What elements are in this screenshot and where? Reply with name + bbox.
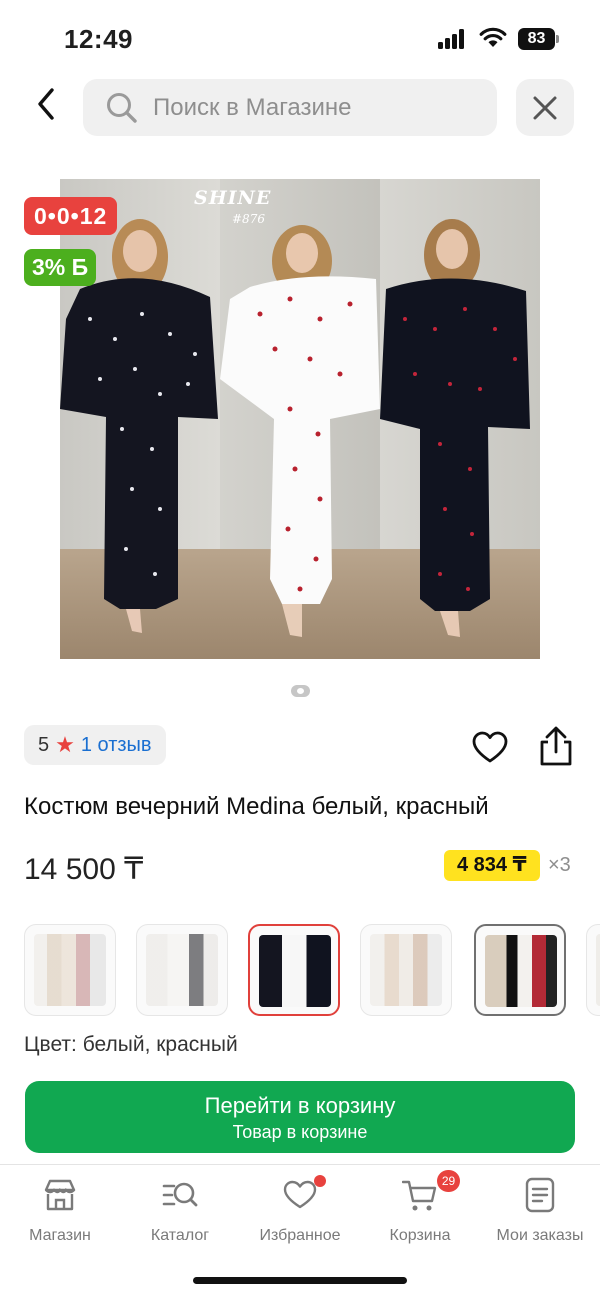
cellular-signal-icon	[438, 29, 466, 49]
color-label: Цвет: белый, красный	[24, 1033, 238, 1056]
rating-value: 5	[38, 733, 50, 756]
tab-label: Каталог	[150, 1227, 210, 1244]
notification-dot	[314, 1175, 326, 1187]
cart-button-subtitle: Товар в корзине	[232, 1122, 368, 1142]
bonus-badge: 3% Б	[24, 249, 97, 286]
rating-chip[interactable]: 5 ★ 1 отзыв	[24, 725, 166, 765]
heart-icon	[472, 731, 508, 763]
variant-thumbnail[interactable]	[136, 924, 228, 1016]
heart-icon	[282, 1175, 326, 1213]
tab-orders[interactable]: Мои заказы	[480, 1177, 600, 1245]
tab-label: Избранное	[259, 1227, 341, 1244]
variant-thumbnail-selected[interactable]	[248, 924, 340, 1016]
share-button[interactable]	[536, 724, 576, 768]
tab-label: Корзина	[389, 1227, 451, 1244]
sale-timer-badge: 0•0•12	[24, 197, 118, 235]
catalog-search-icon	[162, 1182, 198, 1207]
favorite-button[interactable]	[470, 728, 510, 768]
orders-icon	[525, 1177, 555, 1213]
image-brand-code: #876	[232, 212, 265, 226]
tab-favorites[interactable]: Избранное	[240, 1175, 360, 1245]
photo-panel-navy	[380, 179, 540, 659]
search-input[interactable]: Поиск в Магазине	[153, 79, 352, 136]
back-button[interactable]	[26, 82, 66, 126]
cart-count-badge: 29	[437, 1170, 460, 1192]
tab-cart[interactable]: 29 Корзина	[360, 1170, 480, 1245]
image-brand-text: SHINE	[194, 187, 272, 209]
status-time: 12:49	[64, 24, 133, 54]
status-bar: 12:49 83	[0, 0, 600, 76]
product-price: 14 500 ₸	[24, 853, 144, 886]
variant-thumbnail[interactable]	[24, 924, 116, 1016]
chevron-left-icon	[38, 88, 54, 120]
close-icon	[533, 96, 557, 119]
installment-badge[interactable]: 4 834 ₸	[444, 850, 540, 881]
image-pager-indicator	[291, 685, 310, 697]
tab-store[interactable]: Магазин	[0, 1177, 120, 1245]
home-indicator	[193, 1277, 407, 1284]
go-to-cart-button[interactable]: Перейти в корзину Товар в корзине	[25, 1081, 575, 1153]
variant-thumbnail[interactable]	[586, 924, 600, 1016]
reviews-link[interactable]: 1 отзыв	[81, 734, 152, 757]
variant-thumbnail[interactable]	[474, 924, 566, 1016]
battery-level: 83	[527, 30, 546, 47]
tab-catalog[interactable]: Каталог	[120, 1177, 240, 1245]
cart-icon: 29	[401, 1170, 460, 1213]
variant-thumbnails	[24, 924, 600, 1018]
tab-label: Мои заказы	[496, 1227, 584, 1244]
store-icon	[44, 1179, 76, 1211]
search-icon	[107, 93, 137, 123]
photo-panel-white: SHINE #876	[194, 179, 380, 659]
variant-thumbnail[interactable]	[360, 924, 452, 1016]
search-field[interactable]: Поиск в Магазине	[83, 79, 497, 136]
product-image[interactable]: SHINE #876	[60, 179, 540, 659]
product-title: Костюм вечерний Medina белый, красный	[24, 793, 489, 820]
close-button[interactable]	[516, 79, 574, 136]
installment-count: ×3	[548, 854, 571, 876]
cart-button-title: Перейти в корзину	[204, 1093, 396, 1118]
star-icon: ★	[55, 732, 75, 757]
tab-label: Магазин	[29, 1227, 91, 1244]
battery-icon: 83	[518, 28, 560, 50]
share-icon	[540, 726, 572, 766]
wifi-icon	[479, 27, 507, 47]
